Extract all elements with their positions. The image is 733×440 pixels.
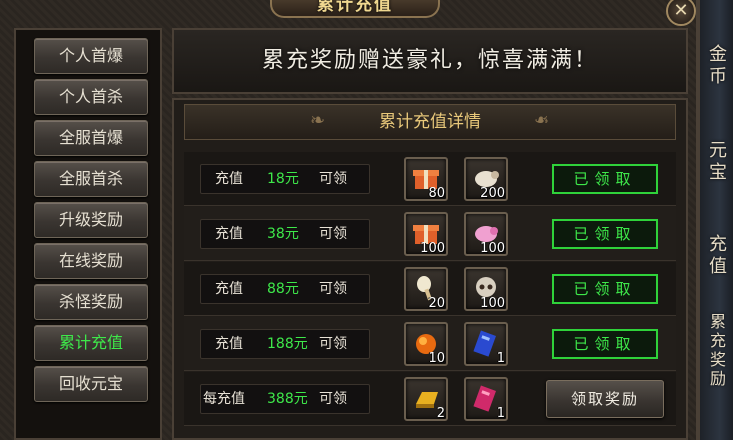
reward-row: 充值 38元 可领 100 100 已领取 — [184, 207, 676, 261]
item-quantity: 1 — [496, 351, 505, 366]
window-title: 累计充值 — [270, 0, 440, 18]
sidebar: 个人首爆 个人首杀 全服首爆 全服首杀 升级奖励 在线奖励 杀怪奖励 累计充值 … — [14, 28, 162, 440]
reward-row: 充值 18元 可领 80 200 已领取 — [184, 152, 676, 206]
recharge-amount: 388元 — [267, 391, 308, 407]
recharge-suffix: 可领 — [319, 281, 347, 297]
sidebar-item-personal-first-kill[interactable]: 个人首杀 — [34, 79, 148, 115]
item-slot[interactable]: 100 — [404, 212, 448, 256]
recharge-requirement: 充值 188元 可领 — [200, 329, 370, 359]
item-quantity: 100 — [480, 241, 505, 256]
recharge-prefix: 充值 — [215, 281, 243, 297]
item-quantity: 10 — [428, 351, 445, 366]
item-slot[interactable]: 2 — [404, 377, 448, 421]
item-slot[interactable]: 20 — [404, 267, 448, 311]
recharge-requirement: 充值 88元 可领 — [200, 274, 370, 304]
recharge-suffix: 可领 — [319, 391, 347, 407]
tab-gold-coin[interactable]: 金币 — [704, 44, 732, 88]
recharge-suffix: 可领 — [319, 226, 347, 242]
item-quantity: 100 — [420, 241, 445, 256]
reward-row: 充值 88元 可领 20 100 已领取 — [184, 262, 676, 316]
item-slot[interactable]: 1 — [464, 377, 508, 421]
recharge-prefix: 充值 — [215, 226, 243, 242]
item-quantity: 2 — [436, 406, 445, 421]
item-quantity: 1 — [496, 406, 505, 421]
item-slot[interactable]: 1 — [464, 322, 508, 366]
claimed-status: 已领取 — [552, 329, 658, 359]
recharge-amount: 18元 — [267, 171, 299, 187]
recharge-requirement: 充值 18元 可领 — [200, 164, 370, 194]
item-slot[interactable]: 200 — [464, 157, 508, 201]
item-quantity: 100 — [480, 296, 505, 311]
sidebar-item-recycle-ingot[interactable]: 回收元宝 — [34, 366, 148, 402]
recharge-prefix: 充值 — [215, 336, 243, 352]
reward-row: 充值 188元 可领 10 1 已领取 — [184, 317, 676, 371]
recharge-requirement: 每充值 388元 可领 — [200, 384, 370, 414]
recharge-prefix: 每充值 — [203, 391, 245, 407]
recharge-amount: 188元 — [267, 336, 308, 352]
recharge-suffix: 可领 — [319, 336, 347, 352]
claimed-status: 已领取 — [552, 219, 658, 249]
panel-title: 累计充值详情 — [184, 104, 676, 140]
reward-row: 每充值 388元 可领 2 1 领取奖励 — [184, 372, 676, 426]
promo-banner: 累充奖励赠送豪礼，惊喜满满！ — [172, 28, 688, 94]
item-slot[interactable]: 10 — [404, 322, 448, 366]
item-quantity: 80 — [428, 186, 445, 201]
tab-recharge[interactable]: 充值 — [704, 234, 732, 278]
item-slot[interactable]: 100 — [464, 212, 508, 256]
sidebar-item-server-first-kill[interactable]: 全服首杀 — [34, 161, 148, 197]
sidebar-item-kill-reward[interactable]: 杀怪奖励 — [34, 284, 148, 320]
left-ornament-icon: ❧ — [310, 110, 326, 131]
sidebar-item-level-reward[interactable]: 升级奖励 — [34, 202, 148, 238]
claimed-status: 已领取 — [552, 274, 658, 304]
recharge-amount: 88元 — [267, 281, 299, 297]
recharge-suffix: 可领 — [319, 171, 347, 187]
sidebar-item-personal-first-drop[interactable]: 个人首爆 — [34, 38, 148, 74]
tab-cumulative-reward[interactable]: 累充奖励 — [704, 312, 732, 388]
claim-reward-button[interactable]: 领取奖励 — [546, 380, 664, 418]
recharge-prefix: 充值 — [215, 171, 243, 187]
tab-ingot[interactable]: 元宝 — [704, 140, 732, 184]
sidebar-item-online-reward[interactable]: 在线奖励 — [34, 243, 148, 279]
recharge-requirement: 充值 38元 可领 — [200, 219, 370, 249]
sidebar-item-server-first-drop[interactable]: 全服首爆 — [34, 120, 148, 156]
item-slot[interactable]: 100 — [464, 267, 508, 311]
close-icon: ✕ — [673, 0, 689, 21]
recharge-amount: 38元 — [267, 226, 299, 242]
right-ornament-icon: ❧ — [534, 110, 550, 131]
item-quantity: 20 — [428, 296, 445, 311]
claimed-status: 已领取 — [552, 164, 658, 194]
item-quantity: 200 — [480, 186, 505, 201]
item-slot[interactable]: 80 — [404, 157, 448, 201]
sidebar-item-cumulative-recharge[interactable]: 累计充值 — [34, 325, 148, 361]
